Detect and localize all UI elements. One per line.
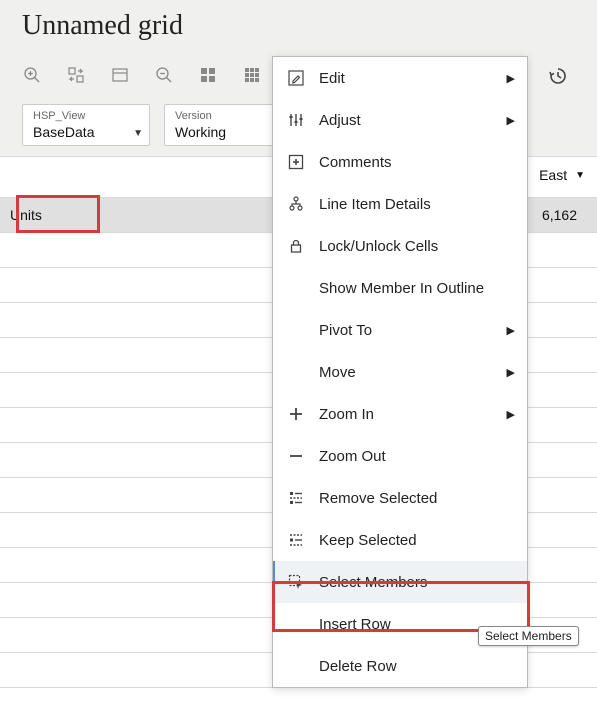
blank-icon xyxy=(287,321,305,339)
menu-item-label: Zoom In xyxy=(319,406,493,423)
keep-sel-icon xyxy=(287,531,305,549)
minus-icon xyxy=(287,447,305,465)
menu-keep-sel[interactable]: Keep Selected xyxy=(273,519,527,561)
dimension-hsp-view[interactable]: HSP_View BaseData ▼ xyxy=(22,104,150,146)
menu-zoom-out[interactable]: Zoom Out xyxy=(273,435,527,477)
chevron-right-icon: ▶ xyxy=(507,72,515,85)
plus-box-icon xyxy=(287,153,305,171)
blank-icon xyxy=(287,657,305,675)
zoom-out-icon[interactable] xyxy=(154,65,174,85)
lock-icon xyxy=(287,237,305,255)
history-icon[interactable] xyxy=(548,66,568,86)
menu-line-item[interactable]: Line Item Details xyxy=(273,183,527,225)
select-members-icon xyxy=(287,573,305,591)
column-header-label: East xyxy=(539,167,567,183)
context-menu: Edit ▶ Adjust ▶ Comments Line Item Details Loc… xyxy=(272,56,528,688)
chevron-down-icon: ▼ xyxy=(133,128,143,139)
cell-value: 6,162 xyxy=(542,207,577,223)
menu-item-label: Adjust xyxy=(319,112,493,129)
tooltip: Select Members xyxy=(478,626,579,646)
dimension-value: BaseData xyxy=(33,123,123,141)
menu-edit[interactable]: Edit ▶ xyxy=(273,57,527,99)
hierarchy-icon xyxy=(287,195,305,213)
pencil-icon xyxy=(287,69,305,87)
grid-large-icon[interactable] xyxy=(242,65,262,85)
menu-item-label: Zoom Out xyxy=(319,448,515,465)
menu-pivot[interactable]: Pivot To ▶ xyxy=(273,309,527,351)
dimension-value: Working xyxy=(175,123,265,141)
swap-icon[interactable] xyxy=(66,65,86,85)
zoom-in-icon[interactable] xyxy=(22,65,42,85)
menu-adjust[interactable]: Adjust ▶ xyxy=(273,99,527,141)
grid-small-icon[interactable] xyxy=(198,65,218,85)
menu-remove-sel[interactable]: Remove Selected xyxy=(273,477,527,519)
blank-icon xyxy=(287,279,305,297)
menu-item-label: Show Member In Outline xyxy=(319,280,515,297)
chevron-right-icon: ▶ xyxy=(507,408,515,421)
blank-icon xyxy=(287,363,305,381)
menu-item-label: Select Members xyxy=(319,574,515,591)
plus-icon xyxy=(287,405,305,423)
menu-delete-row[interactable]: Delete Row xyxy=(273,645,527,687)
chevron-right-icon: ▶ xyxy=(507,366,515,379)
row-header: Units xyxy=(0,207,110,223)
menu-item-label: Lock/Unlock Cells xyxy=(319,238,515,255)
grid-row[interactable] xyxy=(0,688,597,707)
menu-item-label: Comments xyxy=(319,154,515,171)
sliders-icon xyxy=(287,111,305,129)
menu-lock[interactable]: Lock/Unlock Cells xyxy=(273,225,527,267)
menu-item-label: Pivot To xyxy=(319,322,493,339)
menu-item-label: Line Item Details xyxy=(319,196,515,213)
menu-item-label: Delete Row xyxy=(319,658,515,675)
dimension-label: HSP_View xyxy=(33,109,123,123)
menu-item-label: Remove Selected xyxy=(319,490,515,507)
menu-zoom-in[interactable]: Zoom In ▶ xyxy=(273,393,527,435)
panel-icon[interactable] xyxy=(110,65,130,85)
menu-show-outline[interactable]: Show Member In Outline xyxy=(273,267,527,309)
blank-icon xyxy=(287,615,305,633)
dimension-label: Version xyxy=(175,109,265,123)
menu-item-label: Keep Selected xyxy=(319,532,515,549)
chevron-right-icon: ▶ xyxy=(507,114,515,127)
page-title: Unnamed grid xyxy=(0,0,597,52)
menu-item-label: Edit xyxy=(319,70,493,87)
chevron-right-icon: ▶ xyxy=(507,324,515,337)
column-header-east[interactable]: East ▼ xyxy=(539,167,585,183)
remove-sel-icon xyxy=(287,489,305,507)
menu-item-label: Move xyxy=(319,364,493,381)
menu-select-members[interactable]: Select Members xyxy=(273,561,527,603)
chevron-down-icon: ▼ xyxy=(575,170,585,181)
menu-move[interactable]: Move ▶ xyxy=(273,351,527,393)
menu-comments[interactable]: Comments xyxy=(273,141,527,183)
